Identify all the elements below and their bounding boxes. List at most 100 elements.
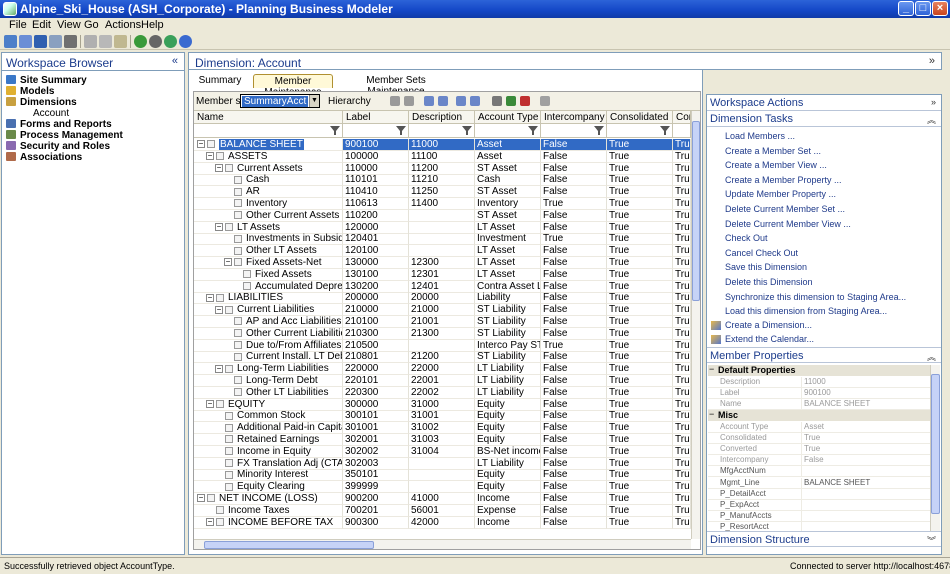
cell-consolidated[interactable]: True bbox=[607, 280, 673, 293]
cell-name[interactable]: Current Install. LT Debt bbox=[194, 351, 343, 364]
collapse-toggle-icon[interactable]: − bbox=[215, 222, 223, 231]
cell-intercompany[interactable]: False bbox=[541, 139, 607, 151]
cell-name[interactable]: − Long-Term Liabilities bbox=[194, 363, 343, 376]
cell-label[interactable]: 110101 bbox=[343, 174, 409, 187]
cell-converted[interactable]: True bbox=[673, 434, 691, 446]
dimension-structure-header[interactable]: Dimension Structure ︾ bbox=[707, 531, 941, 547]
property-row[interactable]: Label 900100 bbox=[708, 387, 930, 399]
cell-description[interactable]: 11000 bbox=[409, 139, 475, 151]
cell-intercompany[interactable]: False bbox=[541, 457, 607, 470]
collapse-toggle-icon[interactable]: − bbox=[197, 494, 205, 503]
copy-icon[interactable] bbox=[99, 35, 112, 48]
nav-site-summary[interactable]: Site Summary bbox=[6, 75, 87, 86]
cell-account-type[interactable]: LT Liability bbox=[475, 457, 541, 470]
cell-name[interactable]: Accumulated Depreciation bbox=[194, 280, 343, 293]
cell-account-type[interactable]: Investment bbox=[475, 233, 541, 246]
cell-label[interactable]: 220300 bbox=[343, 386, 409, 399]
cell-name[interactable]: AR bbox=[194, 186, 343, 199]
horizontal-scrollbar[interactable] bbox=[194, 539, 691, 549]
cell-consolidated[interactable]: True bbox=[607, 174, 673, 187]
cell-label[interactable]: 700201 bbox=[343, 504, 409, 517]
cell-label[interactable]: 302001 bbox=[343, 434, 409, 446]
cell-account-type[interactable]: LT Asset bbox=[475, 257, 541, 269]
cell-name[interactable]: Income in Equity bbox=[194, 445, 343, 458]
tab-summary[interactable]: Summary bbox=[197, 74, 243, 88]
table-row[interactable]: Other LT Liabilities 220300 22002 LT Liabil… bbox=[194, 386, 691, 399]
refresh-icon[interactable] bbox=[164, 35, 177, 48]
arrow-down-icon[interactable] bbox=[470, 96, 480, 106]
help-icon[interactable] bbox=[179, 35, 192, 48]
property-row[interactable]: Mgmt_Line BALANCE SHEET bbox=[708, 477, 930, 489]
cell-description[interactable] bbox=[409, 233, 475, 246]
cell-consolidated[interactable]: True bbox=[607, 221, 673, 234]
table-row[interactable]: Income Taxes 700201 56001 Expense False True T… bbox=[194, 504, 691, 517]
cell-converted[interactable]: True bbox=[673, 162, 691, 175]
property-row[interactable]: P_ExpAcct bbox=[708, 500, 930, 511]
task-link[interactable]: Cancel Check Out bbox=[725, 248, 798, 258]
cell-consolidated[interactable]: True bbox=[607, 493, 673, 505]
cell-description[interactable] bbox=[409, 245, 475, 258]
table-row[interactable]: −EQUITY30000031000EquityFalseTrueTrue bbox=[194, 398, 691, 411]
cell-account-type[interactable]: ST Liability bbox=[475, 351, 541, 364]
cell-consolidated[interactable]: True bbox=[607, 209, 673, 222]
property-value[interactable]: False bbox=[804, 455, 930, 466]
cell-account-type[interactable]: LT Liability bbox=[475, 363, 541, 376]
cell-intercompany[interactable]: False bbox=[541, 469, 607, 482]
cell-label[interactable]: 130000 bbox=[343, 257, 409, 269]
property-row[interactable]: Converted True bbox=[708, 444, 930, 455]
col-label[interactable]: Label bbox=[343, 111, 409, 124]
cell-converted[interactable]: True bbox=[673, 493, 691, 505]
cell-description[interactable]: 21200 bbox=[409, 351, 475, 364]
properties-scrollbar[interactable] bbox=[930, 365, 940, 531]
cell-description[interactable]: 42000 bbox=[409, 516, 475, 529]
tab-member-maintenance[interactable]: Member Maintenance bbox=[253, 74, 333, 98]
cell-intercompany[interactable]: False bbox=[541, 280, 607, 293]
table-row[interactable]: Retained Earnings 302001 31003 Equity False T… bbox=[194, 434, 691, 446]
table-row[interactable]: Investments in Subsidiary120401 Investmen… bbox=[194, 233, 691, 246]
cell-name[interactable]: Investments in Subsidiary bbox=[194, 233, 343, 246]
cell-label[interactable]: 110410 bbox=[343, 186, 409, 199]
cell-converted[interactable]: True bbox=[673, 139, 691, 151]
property-row[interactable]: P_ResortAcct bbox=[708, 522, 930, 531]
cell-intercompany[interactable]: False bbox=[541, 445, 607, 458]
cell-account-type[interactable]: Equity bbox=[475, 410, 541, 423]
cell-intercompany[interactable]: False bbox=[541, 304, 607, 317]
cell-label[interactable]: 210801 bbox=[343, 351, 409, 364]
cell-description[interactable]: 56001 bbox=[409, 504, 475, 517]
cell-label[interactable]: 210100 bbox=[343, 316, 409, 328]
menu-go[interactable]: Go bbox=[84, 19, 99, 31]
hierarchy-button[interactable]: Hierarchy bbox=[328, 96, 371, 107]
task-link[interactable]: Create a Member Set ... bbox=[725, 146, 821, 156]
arrow-left-icon[interactable] bbox=[424, 96, 434, 106]
nav-forms-reports[interactable]: Forms and Reports bbox=[6, 119, 112, 130]
cell-label[interactable]: 300000 bbox=[343, 398, 409, 411]
cell-intercompany[interactable]: True bbox=[541, 198, 607, 210]
cell-converted[interactable]: True bbox=[673, 516, 691, 529]
cell-consolidated[interactable]: True bbox=[607, 375, 673, 387]
cell-converted[interactable]: True bbox=[673, 398, 691, 411]
form-icon[interactable] bbox=[19, 35, 32, 48]
cell-account-type[interactable]: Equity bbox=[475, 469, 541, 482]
property-value[interactable]: 11000 bbox=[804, 377, 930, 388]
cell-consolidated[interactable]: True bbox=[607, 316, 673, 328]
table-row[interactable]: Other LT Assets 120100 LT Asset False True Tr… bbox=[194, 245, 691, 258]
cell-consolidated[interactable]: True bbox=[607, 516, 673, 529]
cell-consolidated[interactable]: True bbox=[607, 504, 673, 517]
table-row[interactable]: − Current Assets 110000 11200 ST Asset False T… bbox=[194, 162, 691, 175]
cell-name[interactable]: Long-Term Debt bbox=[194, 375, 343, 387]
cell-label[interactable]: 220000 bbox=[343, 363, 409, 376]
cell-intercompany[interactable]: False bbox=[541, 375, 607, 387]
cell-intercompany[interactable]: False bbox=[541, 174, 607, 187]
property-row[interactable]: P_DetailAcct bbox=[708, 488, 930, 500]
table-row[interactable]: AR11041011250ST AssetFalseTrueTrue bbox=[194, 186, 691, 199]
cell-intercompany[interactable]: False bbox=[541, 209, 607, 222]
table-row[interactable]: Other Current Liabilities 210300 21300 ST L… bbox=[194, 327, 691, 340]
cell-description[interactable]: 31000 bbox=[409, 398, 475, 411]
cell-label[interactable]: 200000 bbox=[343, 292, 409, 305]
cell-label[interactable]: 300101 bbox=[343, 410, 409, 423]
cell-description[interactable]: 11400 bbox=[409, 198, 475, 210]
cell-label[interactable]: 210500 bbox=[343, 339, 409, 352]
table-row[interactable]: Cash11010111210CashFalseTrueTrue bbox=[194, 174, 691, 187]
cell-name[interactable]: Other Current Liabilities bbox=[194, 327, 343, 340]
col-name[interactable]: Name bbox=[194, 111, 343, 124]
